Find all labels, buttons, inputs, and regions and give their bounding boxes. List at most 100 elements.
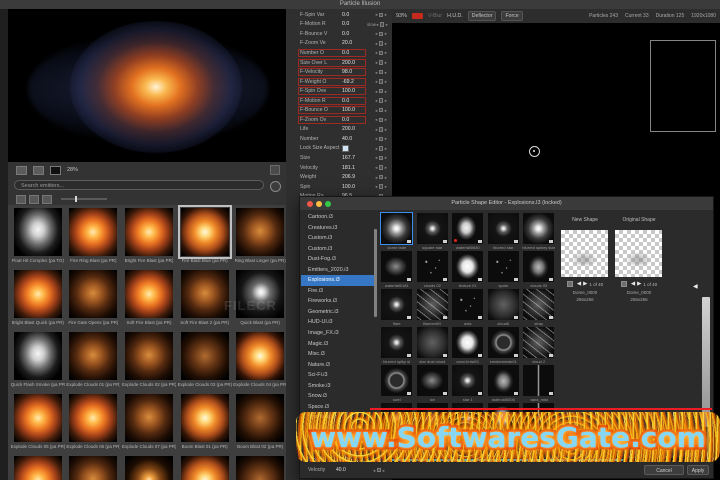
keyframe-box-icon[interactable] [378,69,384,75]
param-value[interactable]: 100.0 [342,107,364,113]
emitter-thumbnail[interactable] [13,270,62,318]
emitter-item-explode-clouds-03-pa-pr[interactable]: Explode Clouds 03 (pa PR) [177,330,233,392]
increment-arrow[interactable] [385,50,387,55]
library-item-image-fx-i3[interactable]: Image_FX.i3 [301,328,374,339]
emitter-thumbnail[interactable] [124,456,173,480]
swatch-icon[interactable] [50,165,61,175]
viewer-button-v-blur[interactable]: V-Blur [428,13,442,19]
param-value[interactable]: 0.0 [342,21,364,27]
pointer-icon[interactable] [16,165,27,175]
shape-item-star-dust-cloud[interactable]: star dust cloud [415,327,451,365]
shape-item-cloud6[interactable]: cloud6 [486,289,522,327]
emitter-thumbnail[interactable] [180,456,229,480]
decrement-arrow[interactable] [375,127,377,132]
shape-thumbnail[interactable] [487,327,519,358]
emitter-thumbnail[interactable] [124,208,173,256]
shape-param-value[interactable]: 40.0 [336,467,356,473]
emitter-item-fire-blast-blue-pa-pr[interactable]: Fire Blast Blue (pa PR) [177,205,233,268]
shape-thumbnail[interactable] [452,289,484,320]
increment-arrow[interactable] [385,89,387,94]
shape-item-smokestreak01[interactable]: smokestreak01 [486,327,522,365]
emitter-item-soft-fire-blast-pa-pr[interactable]: Soft Fire Blast (pa PR) [121,268,177,330]
keyframe-box-icon[interactable] [378,184,384,189]
keyframe-box-icon[interactable] [378,136,384,142]
emitter-thumbnail[interactable] [69,456,118,480]
emitter-item-fire-ring-blast-pa-pr[interactable]: Fire Ring Blast (pa PR) [66,206,122,268]
shape-thumbnail[interactable] [416,365,448,396]
param-value[interactable]: 206.9 [342,174,364,180]
emitter-item[interactable] [177,454,233,480]
param-value[interactable]: 0.0 [342,98,364,104]
library-item-magic-i3[interactable]: Magic.i3 [301,339,374,350]
library-item-smoke-i3[interactable]: Smoke.i3 [301,381,374,392]
param-value[interactable]: 167.7 [342,155,364,161]
keyframe-box-icon[interactable] [378,88,384,94]
library-item-misc-i3[interactable]: Misc.i3 [301,349,374,360]
search-input[interactable]: Search emitters... [14,180,264,190]
emitter-preview-panel[interactable] [8,9,286,162]
keyframe-box-icon[interactable] [378,127,384,132]
thumbnail-size-slider[interactable] [61,196,107,202]
library-item-custom-i3[interactable]: Custom.i3 [301,233,374,244]
shape-thumbnail[interactable] [381,327,413,358]
decrement-arrow[interactable] [375,155,377,160]
shape-thumbnail[interactable] [452,327,484,358]
library-item-emitters-2020-i3[interactable]: Emitters_2020.i3 [301,265,374,276]
slider-marker-icon[interactable] [693,283,698,290]
shape-thumbnail[interactable] [416,327,448,358]
shape-item-filament09[interactable]: filament09 [415,289,451,327]
param-value[interactable]: 100.0 [342,184,364,190]
increment-arrow[interactable] [385,70,387,75]
keyframe-box-icon[interactable] [378,60,384,65]
emitter-item-boom-blast-01-pa-pr[interactable]: Boom Blast 01 (pa PR) [177,392,233,454]
emitter-item-boom-blast-02-pa-pr[interactable]: Boom Blast 02 (pa PR) [232,392,288,454]
emitter-item-explode-clouds-05-pa-pr[interactable]: Explode Clouds 05 (pa PR) [10,392,66,454]
new-shape-thumbnail[interactable] [561,230,608,277]
emitter-thumbnail[interactable] [180,270,229,318]
shape-thumbnail[interactable] [487,251,519,282]
decrement-arrow[interactable] [375,79,377,84]
shape-item-swirl[interactable]: swirl [379,365,415,403]
keyframe-box-icon[interactable] [378,50,384,56]
shape-item-spots[interactable]: spots [486,251,522,289]
emitter-thumbnail[interactable] [13,208,62,256]
param-value[interactable]: 100.0 [342,88,364,94]
shape-thumbnail[interactable] [381,251,413,282]
increment-arrow[interactable] [385,146,387,151]
increment-arrow[interactable] [385,165,387,170]
emitter-thumbnail[interactable] [13,394,62,442]
shape-thumbnail[interactable] [523,251,555,282]
shape-thumbnail[interactable] [381,365,413,396]
keyframe-box-icon[interactable] [378,107,384,113]
shape-thumbnail[interactable] [380,212,414,245]
library-item-creatures-i3[interactable]: Creatures.i3 [301,223,374,234]
keyframe-box-icon[interactable] [379,22,385,27]
decrement-arrow[interactable] [375,117,377,122]
shape-item-star-1[interactable]: star 1 [450,365,486,403]
increment-arrow[interactable] [385,136,387,141]
detail-view-icon[interactable] [42,194,52,204]
shape-item-dots[interactable]: dots [450,289,486,327]
library-item-geometric-i3[interactable]: Geometric.i3 [301,307,374,318]
emitter-thumbnail[interactable] [236,332,285,380]
close-button[interactable] [307,200,313,207]
viewer-zoom-level[interactable]: 93% [396,13,407,19]
decrement-arrow[interactable] [375,184,377,189]
original-shape-thumbnail[interactable] [615,230,662,277]
keyframe-box-icon[interactable] [378,165,384,170]
shape-item-cano1mist01[interactable]: cano1mist01 [450,327,486,365]
param-value[interactable]: 200.0 [342,126,364,132]
keyframe-box-icon[interactable] [378,117,384,123]
shape-thumbnail[interactable] [452,251,484,282]
emitter-item-explode-clouds-06-pa-pr[interactable]: Explode Clouds 06 (pa PR) [66,392,122,454]
increment-arrow[interactable] [385,117,387,122]
keyframe-box-icon[interactable] [378,12,384,18]
keyframe-box-icon[interactable] [378,98,384,103]
library-item-hud-ui-i3[interactable]: HUD-UI.i3 [301,317,374,328]
decrement-arrow[interactable] [375,89,377,94]
shape-item-square-star[interactable]: square star [415,213,451,251]
param-value[interactable]: 0.0 [342,31,364,37]
decrement-arrow[interactable] [375,31,377,36]
panel-toggle-icon[interactable] [270,165,280,175]
increment-arrow[interactable] [385,108,387,113]
